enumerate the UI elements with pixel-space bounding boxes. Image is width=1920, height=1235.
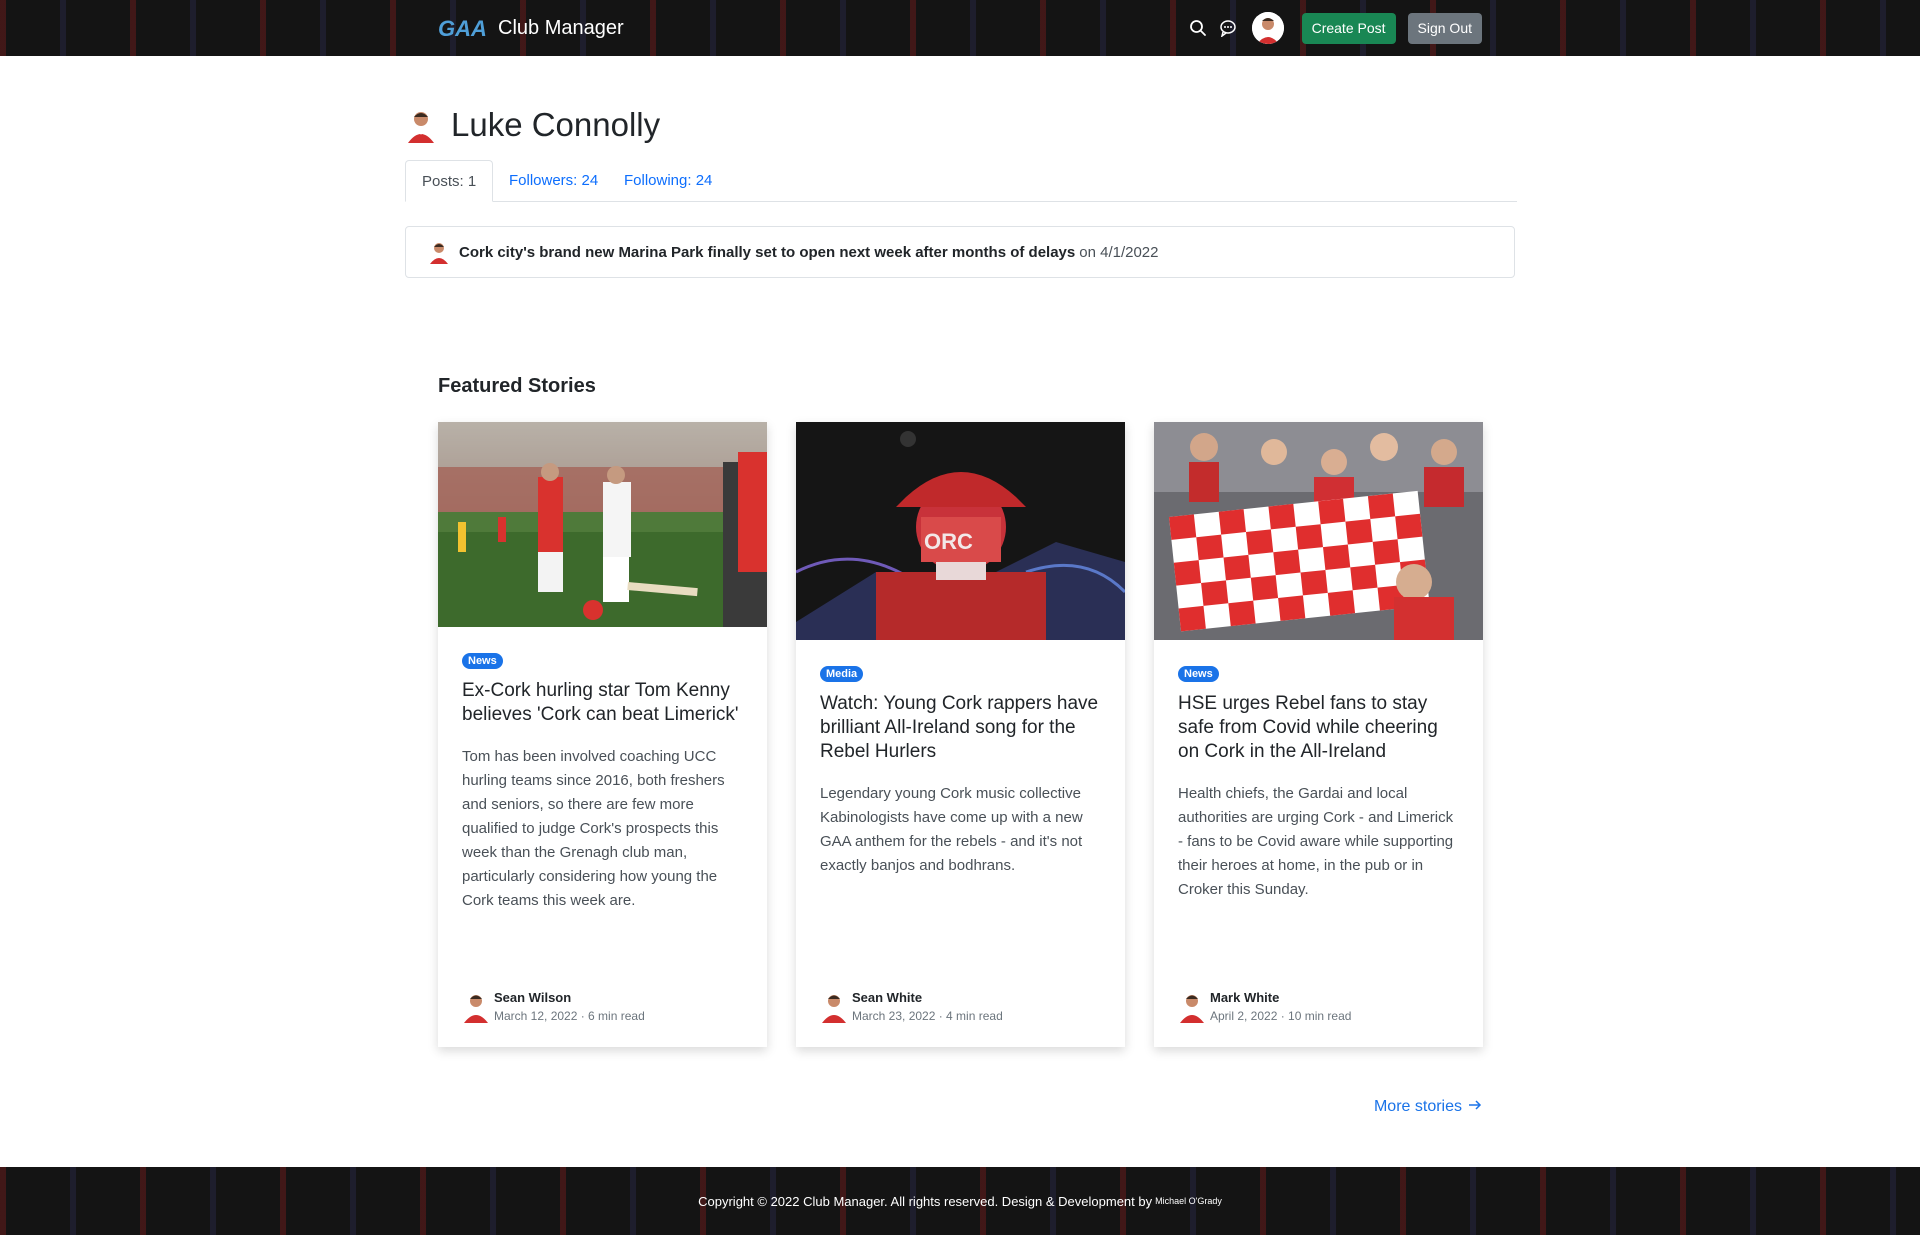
profile-header: Luke Connolly xyxy=(405,106,660,144)
tab-following[interactable]: Following: 24 xyxy=(608,160,728,202)
story-excerpt: Tom has been involved coaching UCC hurli… xyxy=(462,748,725,909)
category-badge[interactable]: Media xyxy=(820,666,864,682)
author-name: Sean White xyxy=(852,989,923,1005)
story-excerpt: Health chiefs, the Gardai and local auth… xyxy=(1178,785,1454,898)
post-author-avatar xyxy=(428,240,450,264)
post-list-item[interactable]: Cork city's brand new Marina Park finall… xyxy=(405,226,1515,278)
story-excerpt: Legendary young Cork music collective Ka… xyxy=(820,785,1083,874)
more-stories-link[interactable]: More stories xyxy=(1374,1098,1482,1116)
chat-icon[interactable] xyxy=(1218,18,1238,38)
gaa-logo-icon: GAA xyxy=(438,14,490,42)
story-image[interactable] xyxy=(438,422,767,627)
footer-author-link[interactable]: Michael O'Grady xyxy=(1155,1196,1222,1206)
arrow-right-icon xyxy=(1468,1098,1482,1116)
profile-avatar xyxy=(405,107,437,143)
story-author: Mark White April 2, 2022 · 10 min read xyxy=(1178,989,1351,1023)
profile-name: Luke Connolly xyxy=(451,106,661,143)
brand[interactable]: GAA Club Manager xyxy=(438,12,624,44)
author-avatar xyxy=(820,989,848,1023)
story-card[interactable]: News Ex-Cork hurling star Tom Kenny beli… xyxy=(438,422,767,1047)
category-badge[interactable]: News xyxy=(462,653,503,669)
author-name: Sean Wilson xyxy=(494,989,572,1005)
story-title[interactable]: HSE urges Rebel fans to stay safe from C… xyxy=(1178,692,1459,764)
story-image[interactable]: ORC xyxy=(796,422,1125,640)
footer-copyright: Copyright © 2022 Club Manager. All right… xyxy=(698,1193,1153,1209)
top-navbar: GAA Club Manager Create Post Sign Out xyxy=(0,0,1920,56)
story-body: News Ex-Cork hurling star Tom Kenny beli… xyxy=(438,627,767,913)
story-meta: March 12, 2022 · 6 min read xyxy=(494,1008,645,1023)
story-meta: April 2, 2022 · 10 min read xyxy=(1210,1008,1352,1023)
post-title[interactable]: Cork city's brand new Marina Park finall… xyxy=(459,244,1075,261)
story-body: News HSE urges Rebel fans to stay safe f… xyxy=(1154,640,1483,902)
author-avatar xyxy=(1178,989,1206,1023)
tab-followers[interactable]: Followers: 24 xyxy=(493,160,614,202)
story-card[interactable]: ORC Media Watch: Young Cork rappers have… xyxy=(796,422,1125,1047)
create-post-button[interactable]: Create Post xyxy=(1301,12,1396,44)
user-avatar[interactable] xyxy=(1251,12,1284,44)
story-author: Sean White March 23, 2022 · 4 min read xyxy=(820,989,1003,1023)
story-title[interactable]: Watch: Young Cork rappers have brilliant… xyxy=(820,692,1101,764)
search-icon[interactable] xyxy=(1188,18,1208,38)
story-body: Media Watch: Young Cork rappers have bri… xyxy=(796,640,1125,878)
post-date: on 4/1/2022 xyxy=(1079,243,1159,261)
svg-text:GAA: GAA xyxy=(438,16,487,40)
featured-stories-heading: Featured Stories xyxy=(438,375,596,397)
brand-name: Club Manager xyxy=(498,16,624,39)
profile-tabs: Posts: 1 Followers: 24 Following: 24 xyxy=(405,160,1517,202)
nav-actions: Create Post Sign Out xyxy=(1188,12,1482,44)
story-title[interactable]: Ex-Cork hurling star Tom Kenny believes … xyxy=(462,679,743,727)
story-card[interactable]: News HSE urges Rebel fans to stay safe f… xyxy=(1154,422,1483,1047)
more-stories-label: More stories xyxy=(1373,1098,1462,1115)
sign-out-button[interactable]: Sign Out xyxy=(1407,12,1482,44)
author-avatar xyxy=(462,989,490,1023)
footer: Copyright © 2022 Club Manager. All right… xyxy=(0,1167,1920,1235)
story-image[interactable] xyxy=(1154,422,1483,640)
tab-posts[interactable]: Posts: 1 xyxy=(405,160,494,202)
story-meta: March 23, 2022 · 4 min read xyxy=(852,1008,1003,1023)
author-name: Mark White xyxy=(1210,989,1280,1005)
category-badge[interactable]: News xyxy=(1178,666,1219,682)
svg-text:ORC: ORC xyxy=(924,529,973,554)
story-author: Sean Wilson March 12, 2022 · 6 min read xyxy=(462,989,645,1023)
